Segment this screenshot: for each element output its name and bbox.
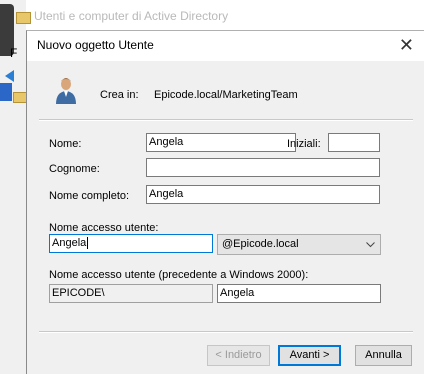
back-arrow-icon[interactable] bbox=[5, 70, 14, 82]
separator bbox=[39, 331, 413, 333]
separator bbox=[39, 119, 413, 121]
domain-suffix-value: @Epicode.local bbox=[222, 238, 299, 250]
domain-suffix-dropdown[interactable]: @Epicode.local bbox=[217, 234, 381, 255]
legacy-domain-field: EPICODE\ bbox=[49, 284, 213, 303]
create-in-label: Crea in: bbox=[100, 89, 139, 101]
chevron-down-icon bbox=[366, 242, 375, 248]
text-caret bbox=[87, 237, 89, 250]
new-user-dialog: Nuovo oggetto Utente ✕ Crea in: Epicode.… bbox=[26, 30, 424, 374]
folder-icon bbox=[13, 92, 27, 103]
full-name-field[interactable]: Angela bbox=[146, 185, 380, 204]
legacy-logon-label: Nome accesso utente (precedente a Window… bbox=[49, 269, 309, 281]
logon-name-field[interactable]: Angela bbox=[49, 234, 213, 253]
legacy-logon-field[interactable]: Angela bbox=[217, 284, 381, 303]
logon-name-label: Nome accesso utente: bbox=[49, 222, 159, 234]
background-window-title: Utenti e computer di Active Directory bbox=[34, 9, 229, 23]
last-name-field[interactable] bbox=[146, 158, 380, 177]
first-name-field[interactable]: Angela bbox=[146, 133, 296, 152]
first-name-label: Nome: bbox=[49, 138, 82, 150]
initials-field[interactable] bbox=[328, 133, 380, 152]
next-button[interactable]: Avanti > bbox=[278, 345, 341, 366]
cancel-button[interactable]: Annulla bbox=[355, 345, 412, 366]
background-tree-selection bbox=[0, 83, 12, 101]
back-button[interactable]: < Indietro bbox=[207, 345, 270, 366]
folder-icon bbox=[16, 12, 31, 24]
full-name-label: Nome completo: bbox=[49, 190, 130, 202]
user-icon bbox=[56, 78, 76, 104]
close-icon[interactable]: ✕ bbox=[399, 34, 414, 56]
initials-label: Iniziali: bbox=[287, 138, 321, 150]
last-name-label: Cognome: bbox=[49, 163, 100, 175]
background-window-menu-letter: F bbox=[10, 46, 18, 60]
logon-name-value: Angela bbox=[52, 237, 87, 249]
dialog-titlebar: Nuovo oggetto Utente ✕ bbox=[27, 31, 424, 61]
dialog-title: Nuovo oggetto Utente bbox=[37, 38, 154, 52]
create-in-path: Epicode.local/MarketingTeam bbox=[154, 89, 298, 101]
